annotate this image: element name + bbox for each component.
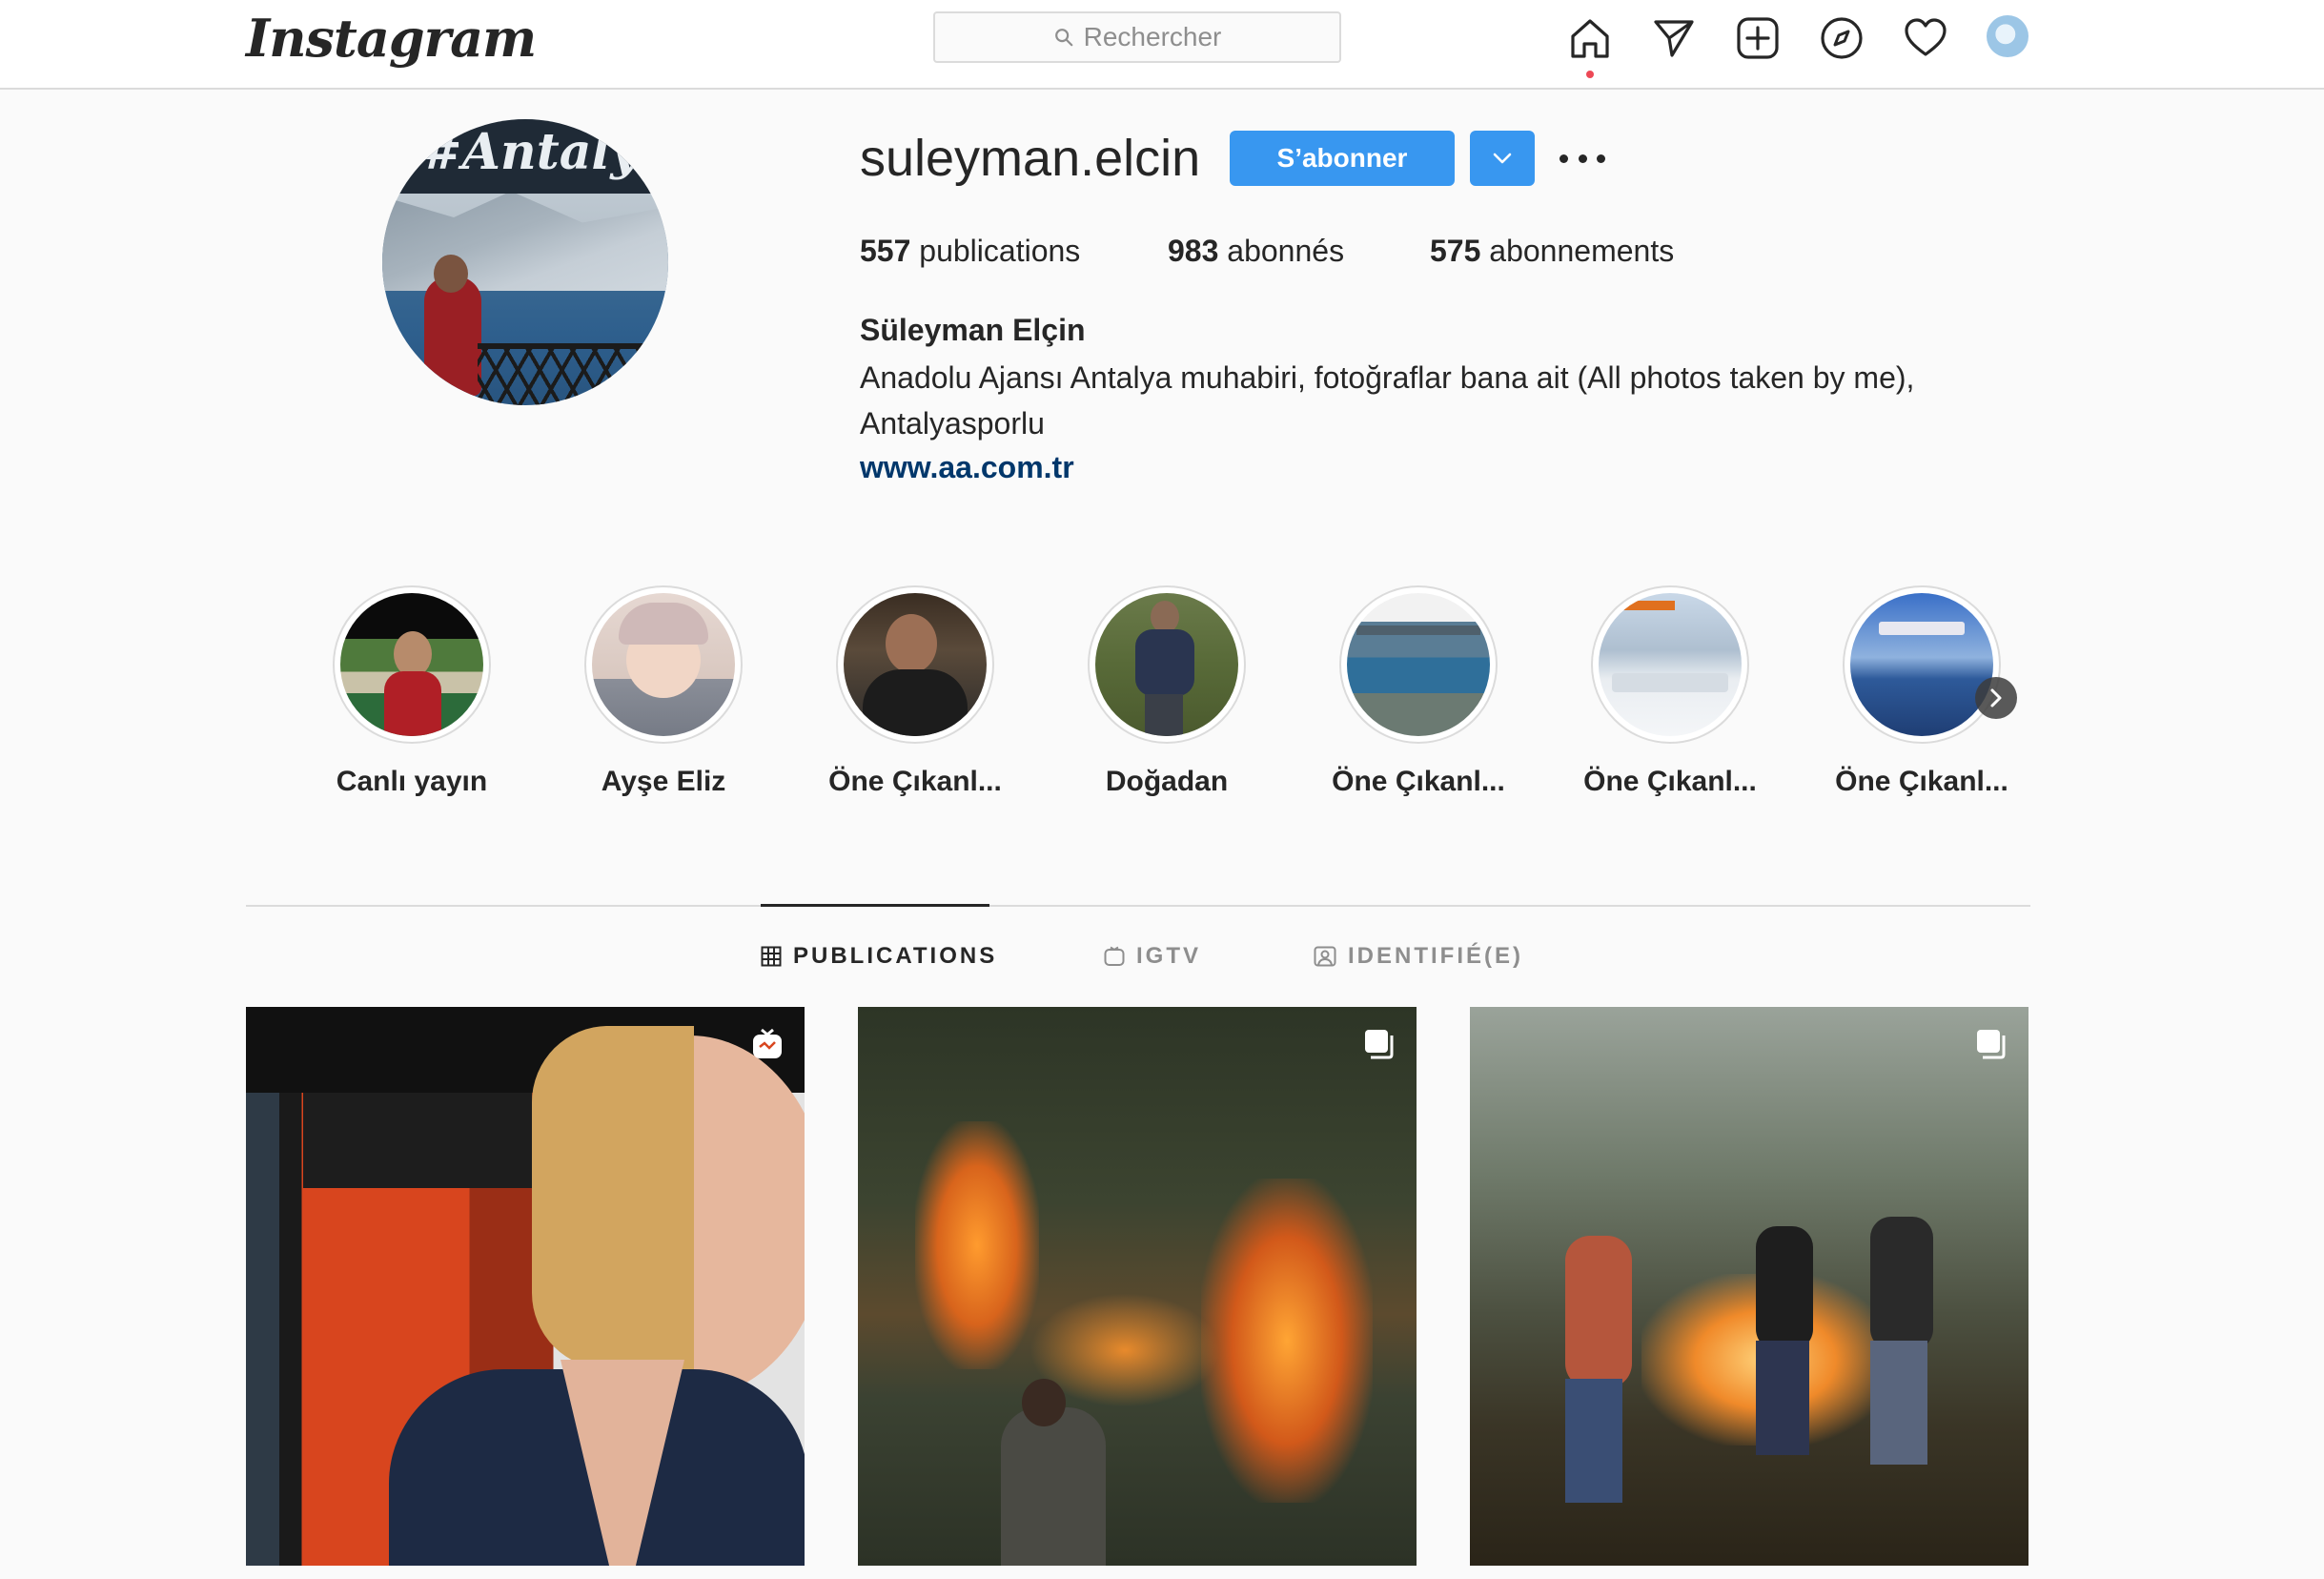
highlight-ring <box>584 585 743 744</box>
new-post-icon[interactable] <box>1733 13 1783 63</box>
more-dot-icon <box>1597 154 1605 163</box>
highlights-next-button[interactable] <box>1975 677 2017 719</box>
highlight-ring <box>1843 585 2001 744</box>
avatar-mountain <box>382 191 668 291</box>
highlight-label: Doğadan <box>1105 766 1229 797</box>
active-tab-indicator <box>761 904 989 907</box>
highlight-label: Canlı yayın <box>336 766 488 797</box>
igtv-icon <box>753 1028 782 1058</box>
highlight-ring <box>333 585 491 744</box>
highlight-label: Ayşe Eliz <box>601 766 726 797</box>
avatar-banner-text: #Antalya <box>420 123 668 181</box>
tab-tagged-label: IDENTIFIÉ(E) <box>1348 943 1523 969</box>
avatar-railing <box>478 343 668 405</box>
post-thumbnail[interactable] <box>246 1007 805 1566</box>
highlight-cover <box>1347 593 1490 736</box>
top-navigation-bar: Instagram Rechercher <box>0 0 2324 90</box>
story-highlight[interactable]: Öne Çıkanl... <box>1565 585 1775 801</box>
story-highlight[interactable]: Öne Çıkanl... <box>1314 585 1523 801</box>
profile-website-link[interactable]: www.aa.com.tr <box>860 446 1074 488</box>
follow-button[interactable]: S’abonner <box>1230 131 1455 186</box>
post-thumbnail[interactable] <box>1470 1007 2028 1566</box>
more-dot-icon <box>1578 154 1587 163</box>
posts-count: 557 <box>860 234 911 268</box>
posts-stat: 557 publications <box>860 231 1080 271</box>
profile-full-name: Süleyman Elçin <box>860 313 1086 347</box>
avatar-person <box>424 277 481 396</box>
highlight-ring <box>1591 585 1749 744</box>
highlight-label: Öne Çıkanl... <box>1583 766 1757 797</box>
followers-label: abonnés <box>1227 234 1345 268</box>
following-label: abonnements <box>1489 234 1675 268</box>
followers-stat[interactable]: 983 abonnés <box>1168 231 1344 271</box>
story-highlight[interactable]: Ayşe Eliz <box>559 585 768 801</box>
avatar-person-head <box>434 255 468 293</box>
followers-count: 983 <box>1168 234 1219 268</box>
tab-publications[interactable]: PUBLICATIONS <box>761 939 997 974</box>
tabs-divider <box>246 905 2030 907</box>
highlight-cover <box>844 593 987 736</box>
profile-avatar[interactable] <box>1987 15 2028 57</box>
profile-username: suleyman.elcin <box>860 130 1201 187</box>
profile-picture[interactable]: #Antalya <box>382 119 668 405</box>
story-highlight[interactable]: Canlı yayın <box>307 585 517 801</box>
highlight-label: Öne Çıkanl... <box>1332 766 1505 797</box>
highlight-label: Öne Çıkanl... <box>828 766 1002 797</box>
posts-label: publications <box>919 234 1081 268</box>
suggestions-dropdown-button[interactable] <box>1470 131 1535 186</box>
more-options-button[interactable] <box>1560 143 1605 174</box>
tagged-icon <box>1314 946 1336 967</box>
tab-publications-label: PUBLICATIONS <box>793 943 998 969</box>
highlight-cover <box>340 593 483 736</box>
tab-tagged[interactable]: IDENTIFIÉ(E) <box>1314 939 1523 974</box>
search-input[interactable]: Rechercher <box>933 11 1341 63</box>
instagram-logo[interactable]: Instagram <box>246 8 537 69</box>
highlight-cover <box>1850 593 1993 736</box>
highlight-ring <box>1339 585 1498 744</box>
chevron-down-icon <box>1493 153 1512 164</box>
home-notification-dot <box>1586 71 1594 78</box>
direct-icon[interactable] <box>1649 13 1699 63</box>
profile-bio: Anadolu Ajansı Antalya muhabiri, fotoğra… <box>860 360 1915 441</box>
highlight-cover <box>1095 593 1238 736</box>
tab-igtv[interactable]: IGTV <box>1104 939 1201 974</box>
post-thumbnail[interactable] <box>858 1007 1417 1566</box>
following-stat[interactable]: 575 abonnements <box>1430 231 1674 271</box>
highlight-ring <box>1088 585 1246 744</box>
explore-icon[interactable] <box>1817 13 1866 63</box>
carousel-icon <box>1977 1030 2006 1059</box>
activity-icon[interactable] <box>1901 13 1950 63</box>
story-highlight[interactable]: Doğadan <box>1062 585 1272 801</box>
tab-igtv-label: IGTV <box>1136 943 1202 969</box>
highlight-cover <box>1599 593 1742 736</box>
carousel-icon <box>1365 1030 1394 1059</box>
igtv-icon <box>1104 946 1125 966</box>
highlight-ring <box>836 585 994 744</box>
more-dot-icon <box>1560 154 1568 163</box>
search-placeholder: Rechercher <box>1083 22 1222 51</box>
chevron-right-icon <box>1990 688 2002 707</box>
following-count: 575 <box>1430 234 1481 268</box>
highlight-cover <box>592 593 735 736</box>
home-icon[interactable] <box>1565 13 1615 63</box>
search-icon <box>1054 29 1072 47</box>
story-highlight[interactable]: Öne Çıkanl... <box>810 585 1020 801</box>
highlight-label: Öne Çıkanl... <box>1835 766 2008 797</box>
grid-icon <box>761 946 782 967</box>
